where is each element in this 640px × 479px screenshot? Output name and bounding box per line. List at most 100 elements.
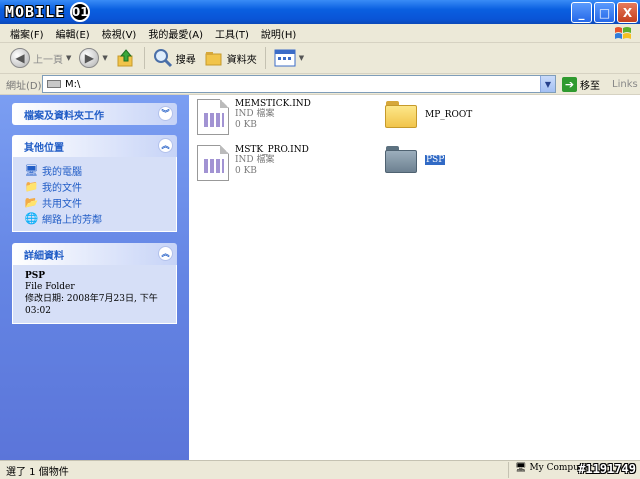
watermark: #1191749 xyxy=(578,462,636,476)
file-item[interactable]: MEMSTICK.IND IND 檔案 0 KB xyxy=(197,99,311,135)
place-network[interactable]: 🌐 網路上的芳鄰 xyxy=(25,210,164,226)
up-folder-button[interactable] xyxy=(112,45,140,71)
file-item[interactable]: MSTK_PRO.IND IND 檔案 0 KB xyxy=(197,145,309,181)
file-name: MEMSTICK.IND xyxy=(235,99,311,109)
place-label: 我的電腦 xyxy=(42,166,82,178)
logo-text: MOBILE xyxy=(5,3,66,21)
details-modified: 修改日期: 2008年7月23日, 下午 xyxy=(25,294,158,304)
up-folder-icon xyxy=(117,49,133,67)
collapse-chevron-icon[interactable]: ︽ xyxy=(158,138,173,153)
address-value: M:\ xyxy=(65,78,81,90)
place-shared-documents[interactable]: 📂 共用文件 xyxy=(25,194,164,210)
toolbar: ◀ 上一頁 ▼ ▶ ▼ 搜尋 資料夾 ▼ xyxy=(0,43,640,74)
place-label: 共用文件 xyxy=(42,198,82,210)
details-title: 詳細資料 xyxy=(24,250,64,262)
place-label: 我的文件 xyxy=(42,182,82,194)
menu-help[interactable]: 說明(H) xyxy=(255,26,302,41)
go-button[interactable]: ➔ 移至 xyxy=(562,76,600,92)
menu-favorites[interactable]: 我的最愛(A) xyxy=(142,26,209,41)
other-places-list: 🖥 我的電腦 📁 我的文件 📂 共用文件 🌐 網路上的芳鄰 xyxy=(12,157,177,232)
folders-icon xyxy=(205,52,222,66)
details-header[interactable]: 詳細資料 ︽ xyxy=(12,243,177,265)
search-label: 搜尋 xyxy=(175,54,196,66)
chevron-down-icon: ▼ xyxy=(102,54,108,62)
back-arrow-icon: ◀ xyxy=(10,48,30,68)
other-places-header[interactable]: 其他位置 ︽ xyxy=(12,135,177,157)
ind-file-icon xyxy=(197,99,229,135)
file-size: 0 KB xyxy=(235,166,257,176)
documents-folder-icon: 📁 xyxy=(24,179,39,193)
folder-item[interactable]: MP_ROOT xyxy=(385,101,472,128)
menu-edit[interactable]: 編輯(E) xyxy=(50,26,96,41)
views-button[interactable]: ▼ xyxy=(270,45,308,71)
folder-item-selected[interactable]: PSP xyxy=(385,146,446,173)
menu-bar: 檔案(F) 編輯(E) 檢視(V) 我的最愛(A) 工具(T) 說明(H) xyxy=(0,24,640,43)
title-bar[interactable]: MOBILE 01 _ □ X xyxy=(0,0,640,24)
mobile01-logo: MOBILE 01 xyxy=(2,1,91,23)
views-icon xyxy=(274,49,296,67)
forward-arrow-icon: ▶ xyxy=(79,48,100,68)
folder-name: MP_ROOT xyxy=(425,109,473,120)
drive-icon xyxy=(47,80,61,88)
search-icon xyxy=(153,49,172,68)
details-name: PSP xyxy=(25,271,46,281)
menu-view[interactable]: 檢視(V) xyxy=(96,26,143,41)
computer-icon: 🖥 xyxy=(515,463,527,473)
menu-file[interactable]: 檔案(F) xyxy=(4,26,50,41)
maximize-button[interactable]: □ xyxy=(594,2,615,23)
chevron-down-icon: ▼ xyxy=(298,54,305,62)
network-icon: 🌐 xyxy=(24,211,39,225)
place-my-computer[interactable]: 🖥 我的電腦 xyxy=(25,162,164,178)
status-bar: 選了 1 個物件 🖥 My Computer xyxy=(0,460,640,479)
file-type: IND 檔案 xyxy=(235,155,275,165)
folder-icon xyxy=(385,101,417,128)
logo-emblem: 01 xyxy=(70,2,91,22)
links-button[interactable]: Links xyxy=(612,79,638,90)
folder-icon xyxy=(385,146,417,173)
forward-button[interactable]: ▶ ▼ xyxy=(75,45,111,71)
folders-button[interactable]: 資料夾 xyxy=(200,45,261,71)
details-body: PSP File Folder 修改日期: 2008年7月23日, 下午 03:… xyxy=(12,265,177,324)
details-modified-time: 03:02 xyxy=(25,306,51,316)
file-tasks-title: 檔案及資料夾工作 xyxy=(24,110,104,122)
place-label: 網路上的芳鄰 xyxy=(42,214,102,226)
other-places-panel: 其他位置 ︽ 🖥 我的電腦 📁 我的文件 📂 共用文件 🌐 網路上的芳鄰 xyxy=(12,135,177,232)
status-separator xyxy=(508,462,509,478)
file-tasks-header[interactable]: 檔案及資料夾工作 ︾ xyxy=(12,103,177,125)
chevron-down-icon: ▼ xyxy=(66,54,72,62)
collapse-chevron-icon[interactable]: ︽ xyxy=(158,246,173,261)
menu-tools[interactable]: 工具(T) xyxy=(209,26,255,41)
computer-icon: 🖥 xyxy=(24,163,39,177)
file-name: MSTK_PRO.IND xyxy=(235,145,309,155)
expand-chevron-icon[interactable]: ︾ xyxy=(158,106,173,121)
ind-file-icon xyxy=(197,145,229,181)
folder-name: PSP xyxy=(425,154,446,165)
other-places-title: 其他位置 xyxy=(24,142,64,154)
go-arrow-icon: ➔ xyxy=(562,76,577,92)
file-size: 0 KB xyxy=(235,120,257,130)
back-label: 上一頁 xyxy=(33,54,63,66)
toolbar-separator xyxy=(264,47,266,69)
address-input[interactable]: M:\ ▼ xyxy=(42,75,556,93)
status-text: 選了 1 個物件 xyxy=(6,466,69,478)
windows-flag-icon xyxy=(615,27,631,39)
back-button[interactable]: ◀ 上一頁 ▼ xyxy=(6,45,75,71)
close-button[interactable]: X xyxy=(617,2,638,23)
address-dropdown-icon[interactable]: ▼ xyxy=(540,76,555,92)
file-type: IND 檔案 xyxy=(235,109,275,119)
toolbar-separator xyxy=(143,47,145,69)
minimize-button[interactable]: _ xyxy=(571,2,592,23)
details-type: File Folder xyxy=(25,282,75,292)
address-bar: 網址(D) M:\ ▼ ➔ 移至 Links xyxy=(0,74,640,95)
folders-label: 資料夾 xyxy=(226,54,257,66)
go-label: 移至 xyxy=(580,80,600,92)
details-panel: 詳細資料 ︽ PSP File Folder 修改日期: 2008年7月23日,… xyxy=(12,243,177,324)
search-button[interactable]: 搜尋 xyxy=(149,45,200,71)
file-tasks-panel: 檔案及資料夾工作 ︾ xyxy=(12,103,177,125)
file-text: MEMSTICK.IND IND 檔案 0 KB xyxy=(235,99,311,131)
task-pane: 檔案及資料夾工作 ︾ 其他位置 ︽ 🖥 我的電腦 📁 我的文件 📂 共用文件 🌐 xyxy=(0,95,189,460)
place-my-documents[interactable]: 📁 我的文件 xyxy=(25,178,164,194)
file-text: MSTK_PRO.IND IND 檔案 0 KB xyxy=(235,145,309,177)
window-controls: _ □ X xyxy=(571,2,638,23)
shared-folder-icon: 📂 xyxy=(24,195,39,209)
